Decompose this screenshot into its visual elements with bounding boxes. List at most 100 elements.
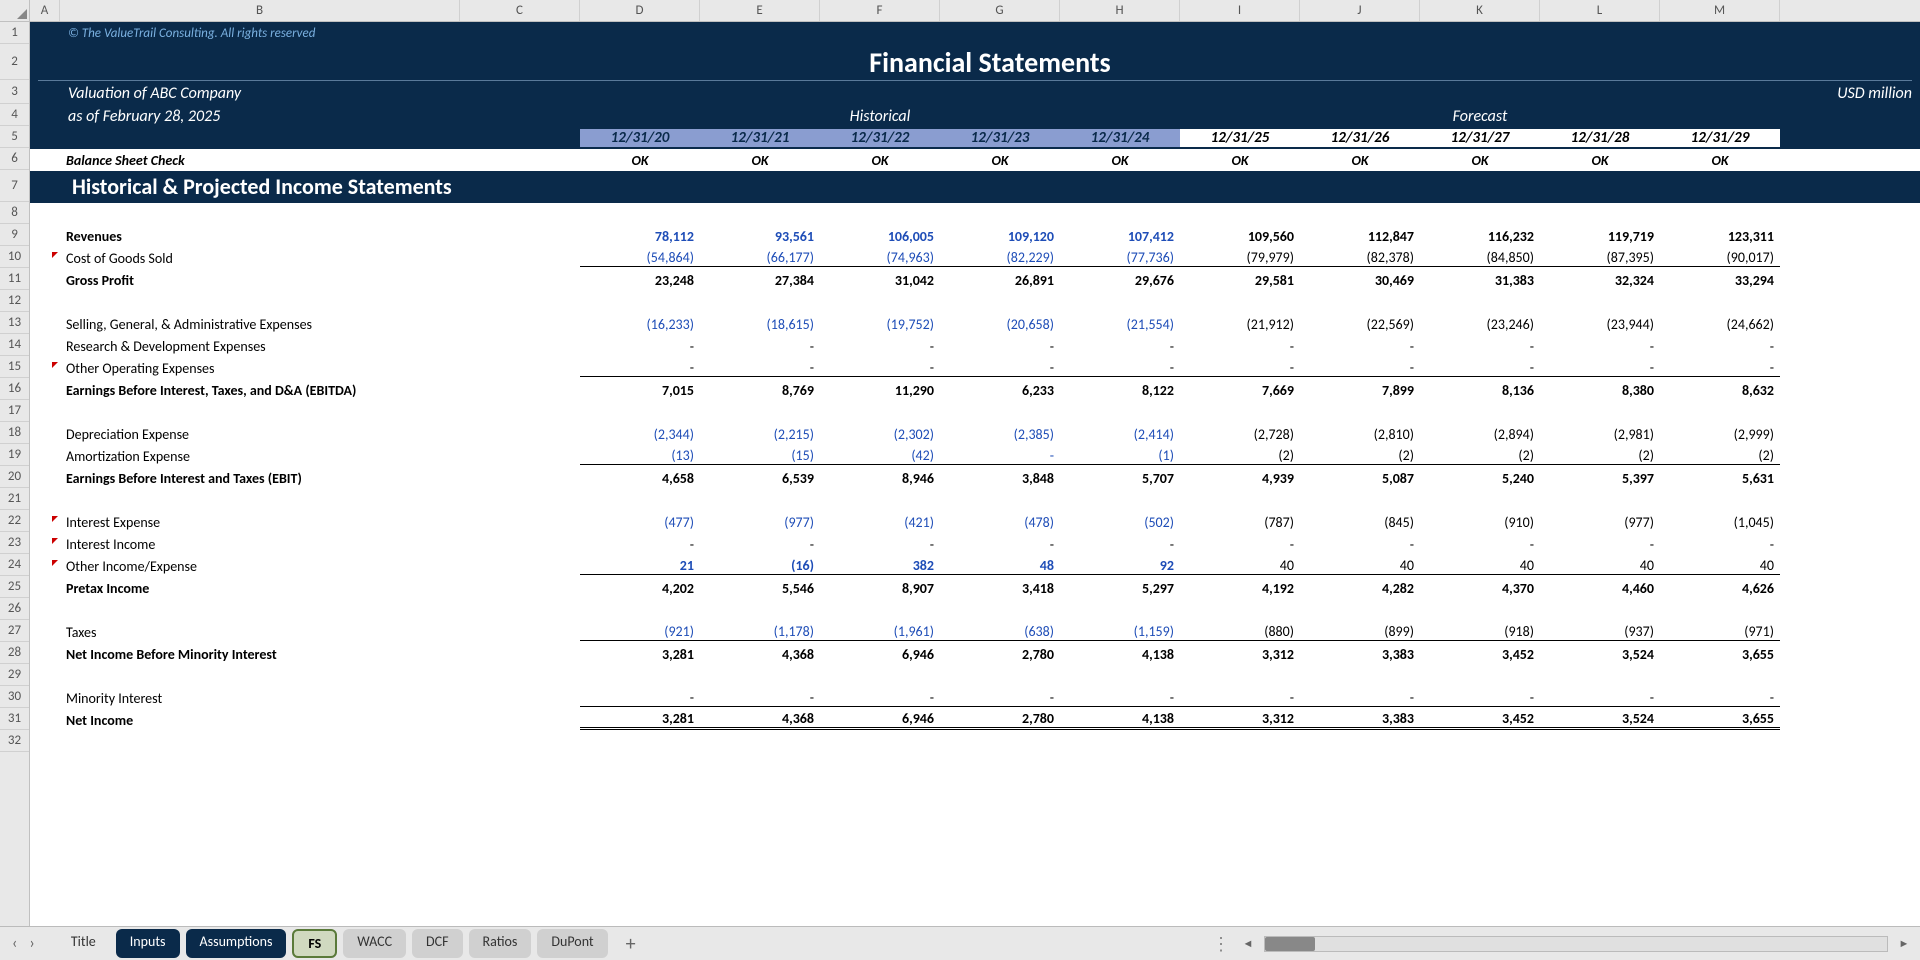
row-header-24[interactable]: 24 bbox=[0, 554, 29, 576]
cell-4-8[interactable]: (23,944) bbox=[1540, 316, 1660, 333]
cell-18-7[interactable]: (918) bbox=[1420, 623, 1540, 641]
cell-9-8[interactable]: (2,981) bbox=[1540, 426, 1660, 443]
bs-check-0[interactable]: OK bbox=[580, 152, 700, 169]
sheet-tab-wacc[interactable]: WACC bbox=[343, 929, 406, 958]
cell-14-4[interactable]: - bbox=[1060, 536, 1180, 553]
cell-0-2[interactable]: 106,005 bbox=[820, 228, 940, 245]
cell-21-8[interactable]: - bbox=[1540, 689, 1660, 707]
hscroll-thumb[interactable] bbox=[1265, 937, 1315, 951]
cell-16-0[interactable]: 4,202 bbox=[580, 580, 700, 597]
cell-2-9[interactable]: 33,294 bbox=[1660, 272, 1780, 289]
cell-0-3[interactable]: 109,120 bbox=[940, 228, 1060, 245]
cell-15-1[interactable]: (16) bbox=[700, 557, 820, 575]
cell-16-7[interactable]: 4,370 bbox=[1420, 580, 1540, 597]
cell-18-9[interactable]: (971) bbox=[1660, 623, 1780, 641]
cell-13-6[interactable]: (845) bbox=[1300, 514, 1420, 531]
sheet-tab-dcf[interactable]: DCF bbox=[412, 929, 463, 958]
row-header-10[interactable]: 10 bbox=[0, 246, 29, 268]
cell-0-4[interactable]: 107,412 bbox=[1060, 228, 1180, 245]
cell-1-3[interactable]: (82,229) bbox=[940, 249, 1060, 267]
cell-6-1[interactable]: - bbox=[700, 359, 820, 377]
date-header-7[interactable]: 12/31/27 bbox=[1420, 129, 1540, 147]
cell-22-7[interactable]: 3,452 bbox=[1420, 710, 1540, 730]
cell-1-0[interactable]: (54,864) bbox=[580, 249, 700, 267]
cell-1-1[interactable]: (66,177) bbox=[700, 249, 820, 267]
cell-18-3[interactable]: (638) bbox=[940, 623, 1060, 641]
row-header-16[interactable]: 16 bbox=[0, 378, 29, 400]
col-header-L[interactable]: L bbox=[1540, 0, 1660, 21]
cell-5-4[interactable]: - bbox=[1060, 338, 1180, 355]
row-header-31[interactable]: 31 bbox=[0, 708, 29, 730]
cell-2-7[interactable]: 31,383 bbox=[1420, 272, 1540, 289]
bs-check-7[interactable]: OK bbox=[1420, 152, 1540, 169]
cell-10-1[interactable]: (15) bbox=[700, 447, 820, 465]
cell-14-1[interactable]: - bbox=[700, 536, 820, 553]
cell-5-9[interactable]: - bbox=[1660, 338, 1780, 355]
cell-6-0[interactable]: - bbox=[580, 359, 700, 377]
cell-11-1[interactable]: 6,539 bbox=[700, 470, 820, 487]
cell-15-3[interactable]: 48 bbox=[940, 557, 1060, 575]
cell-10-5[interactable]: (2) bbox=[1180, 447, 1300, 465]
row-header-12[interactable]: 12 bbox=[0, 290, 29, 312]
cell-7-8[interactable]: 8,380 bbox=[1540, 382, 1660, 399]
cell-7-0[interactable]: 7,015 bbox=[580, 382, 700, 399]
cell-15-7[interactable]: 40 bbox=[1420, 557, 1540, 575]
tab-split-handle-icon[interactable]: ⋮ bbox=[1212, 933, 1232, 955]
cell-19-2[interactable]: 6,946 bbox=[820, 646, 940, 663]
cell-1-7[interactable]: (84,850) bbox=[1420, 249, 1540, 267]
cell-19-0[interactable]: 3,281 bbox=[580, 646, 700, 663]
cell-1-4[interactable]: (77,736) bbox=[1060, 249, 1180, 267]
cell-9-0[interactable]: (2,344) bbox=[580, 426, 700, 443]
cell-2-5[interactable]: 29,581 bbox=[1180, 272, 1300, 289]
sheet-tab-dupont[interactable]: DuPont bbox=[537, 929, 607, 958]
cell-1-6[interactable]: (82,378) bbox=[1300, 249, 1420, 267]
cell-5-8[interactable]: - bbox=[1540, 338, 1660, 355]
col-header-J[interactable]: J bbox=[1300, 0, 1420, 21]
column-headers[interactable]: ABCDEFGHIJKLM bbox=[30, 0, 1920, 22]
row-header-18[interactable]: 18 bbox=[0, 422, 29, 444]
cell-22-5[interactable]: 3,312 bbox=[1180, 710, 1300, 730]
cell-5-2[interactable]: - bbox=[820, 338, 940, 355]
cell-19-3[interactable]: 2,780 bbox=[940, 646, 1060, 663]
cell-2-3[interactable]: 26,891 bbox=[940, 272, 1060, 289]
cell-14-0[interactable]: - bbox=[580, 536, 700, 553]
cell-11-0[interactable]: 4,658 bbox=[580, 470, 700, 487]
cell-22-4[interactable]: 4,138 bbox=[1060, 710, 1180, 730]
row-header-1[interactable]: 1 bbox=[0, 22, 29, 44]
sheet-tab-inputs[interactable]: Inputs bbox=[116, 929, 180, 958]
cell-6-2[interactable]: - bbox=[820, 359, 940, 377]
cell-9-4[interactable]: (2,414) bbox=[1060, 426, 1180, 443]
col-header-M[interactable]: M bbox=[1660, 0, 1780, 21]
cell-5-3[interactable]: - bbox=[940, 338, 1060, 355]
cell-1-8[interactable]: (87,395) bbox=[1540, 249, 1660, 267]
cell-21-1[interactable]: - bbox=[700, 689, 820, 707]
cell-6-7[interactable]: - bbox=[1420, 359, 1540, 377]
row-header-13[interactable]: 13 bbox=[0, 312, 29, 334]
hscroll-right-icon[interactable]: ► bbox=[1896, 937, 1912, 950]
cell-19-4[interactable]: 4,138 bbox=[1060, 646, 1180, 663]
cell-7-4[interactable]: 8,122 bbox=[1060, 382, 1180, 399]
cell-4-3[interactable]: (20,658) bbox=[940, 316, 1060, 333]
cell-11-2[interactable]: 8,946 bbox=[820, 470, 940, 487]
row-header-21[interactable]: 21 bbox=[0, 488, 29, 510]
cell-10-9[interactable]: (2) bbox=[1660, 447, 1780, 465]
row-header-28[interactable]: 28 bbox=[0, 642, 29, 664]
col-header-I[interactable]: I bbox=[1180, 0, 1300, 21]
cell-0-1[interactable]: 93,561 bbox=[700, 228, 820, 245]
cell-16-1[interactable]: 5,546 bbox=[700, 580, 820, 597]
col-header-G[interactable]: G bbox=[940, 0, 1060, 21]
cell-22-8[interactable]: 3,524 bbox=[1540, 710, 1660, 730]
cell-16-3[interactable]: 3,418 bbox=[940, 580, 1060, 597]
sheet-tab-title[interactable]: Title bbox=[57, 929, 110, 958]
cell-18-1[interactable]: (1,178) bbox=[700, 623, 820, 641]
cell-18-4[interactable]: (1,159) bbox=[1060, 623, 1180, 641]
add-sheet-icon[interactable]: + bbox=[614, 932, 648, 956]
cell-7-7[interactable]: 8,136 bbox=[1420, 382, 1540, 399]
cell-21-4[interactable]: - bbox=[1060, 689, 1180, 707]
cell-16-4[interactable]: 5,297 bbox=[1060, 580, 1180, 597]
cell-9-9[interactable]: (2,999) bbox=[1660, 426, 1780, 443]
row-header-15[interactable]: 15 bbox=[0, 356, 29, 378]
row-header-9[interactable]: 9 bbox=[0, 224, 29, 246]
cell-18-8[interactable]: (937) bbox=[1540, 623, 1660, 641]
cell-21-9[interactable]: - bbox=[1660, 689, 1780, 707]
